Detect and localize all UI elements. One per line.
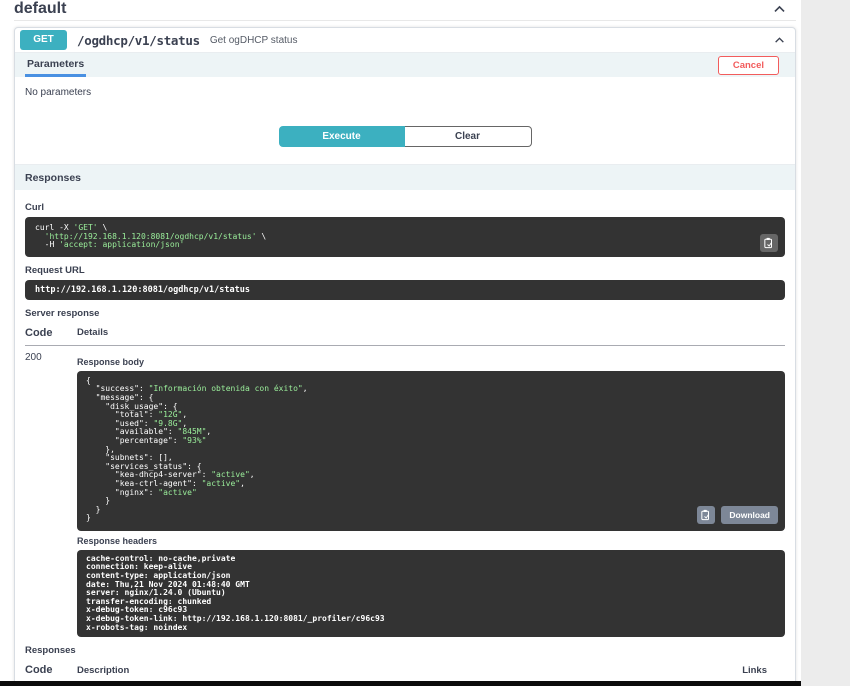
request-url-value: http://192.168.1.120:8081/ogdhcp/v1/stat… bbox=[25, 280, 785, 300]
chevron-up-icon[interactable] bbox=[773, 3, 786, 16]
tab-parameters[interactable]: Parameters bbox=[25, 53, 86, 77]
server-response-label: Server response bbox=[25, 308, 785, 319]
curl-label: Curl bbox=[25, 202, 785, 213]
response-headers-label: Response headers bbox=[77, 536, 785, 546]
clear-button[interactable]: Clear bbox=[405, 126, 532, 147]
responses-title: Responses bbox=[25, 165, 81, 190]
links-column-header: Links bbox=[695, 660, 785, 682]
details-column-header: Details bbox=[77, 323, 785, 346]
response-body-block: { "success": "Información obtenida con é… bbox=[77, 371, 785, 531]
response-headers-text: cache-control: no-cache,privateconnectio… bbox=[86, 555, 776, 632]
response-body-controls: Download bbox=[697, 506, 778, 524]
table-row: 200 Response body { "success": "Informac… bbox=[25, 345, 785, 637]
execute-row: Execute Clear bbox=[25, 126, 785, 147]
parameters-section-header: Parameters Cancel bbox=[15, 52, 795, 77]
operation-description: Get ogDHCP status bbox=[210, 35, 298, 46]
curl-command: curl -X 'GET' \ 'http://192.168.1.120:80… bbox=[35, 224, 775, 250]
window-bottom-edge bbox=[0, 681, 801, 686]
copy-icon[interactable] bbox=[760, 234, 778, 252]
operation-path: /ogdhcp/v1/status bbox=[77, 33, 200, 48]
doc-responses-label: Responses bbox=[25, 645, 785, 656]
curl-block: curl -X 'GET' \ 'http://192.168.1.120:80… bbox=[25, 217, 785, 257]
operation-summary[interactable]: GET /ogdhcp/v1/status Get ogDHCP status bbox=[15, 28, 795, 52]
code-column-header: Code bbox=[25, 323, 77, 346]
copy-icon[interactable] bbox=[697, 506, 715, 524]
operation-block: GET /ogdhcp/v1/status Get ogDHCP status … bbox=[14, 27, 796, 686]
response-headers-block: cache-control: no-cache,privateconnectio… bbox=[77, 550, 785, 637]
code-column-header: Code bbox=[25, 660, 77, 682]
response-body-label: Response body bbox=[77, 357, 785, 367]
status-code: 200 bbox=[25, 345, 77, 637]
responses-section-header: Responses bbox=[15, 164, 795, 190]
method-badge: GET bbox=[20, 30, 67, 50]
server-response-table: Code Details 200 Response body { "succes… bbox=[25, 323, 785, 637]
tag-title: default bbox=[14, 1, 66, 17]
responses-body: Curl curl -X 'GET' \ 'http://192.168.1.1… bbox=[15, 190, 795, 686]
description-column-header: Description bbox=[77, 660, 695, 682]
tag-section-header[interactable]: default bbox=[14, 0, 796, 21]
parameters-body: No parameters Execute Clear bbox=[15, 77, 795, 164]
swagger-container: default GET /ogdhcp/v1/status Get ogDHCP… bbox=[0, 0, 801, 686]
response-body-json: { "success": "Información obtenida con é… bbox=[86, 377, 776, 523]
cancel-button[interactable]: Cancel bbox=[718, 56, 779, 75]
request-url-label: Request URL bbox=[25, 265, 785, 276]
chevron-up-icon[interactable] bbox=[774, 35, 785, 46]
no-parameters-text: No parameters bbox=[25, 87, 785, 98]
execute-button[interactable]: Execute bbox=[279, 126, 405, 147]
download-button[interactable]: Download bbox=[721, 506, 778, 524]
